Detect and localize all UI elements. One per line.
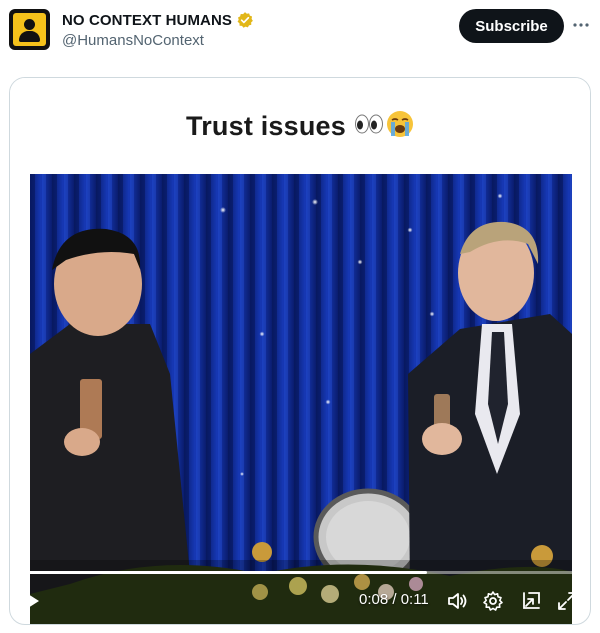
video-still-frame bbox=[30, 174, 572, 624]
fullscreen-icon[interactable] bbox=[556, 590, 578, 612]
play-icon[interactable] bbox=[22, 590, 44, 612]
verified-badge-icon[interactable] bbox=[236, 11, 254, 29]
subscribe-button[interactable]: Subscribe bbox=[459, 9, 564, 43]
person-icon bbox=[13, 13, 46, 46]
post-header: NO CONTEXT HUMANS @HumansNoContext Subsc… bbox=[0, 0, 600, 70]
more-options-icon[interactable] bbox=[570, 14, 592, 36]
video-caption: Trust issues bbox=[186, 110, 346, 141]
crying-face-emoji-icon bbox=[386, 110, 414, 143]
eyes-emoji-icon bbox=[354, 113, 384, 140]
video-progress-bar[interactable] bbox=[20, 571, 580, 574]
media-card[interactable]: Trust issues 0:08 / 0:11 bbox=[9, 77, 591, 625]
video-controls: 0:08 / 0:11 bbox=[10, 564, 590, 624]
video-time-display: 0:08 / 0:11 bbox=[359, 591, 429, 608]
handle[interactable]: @HumansNoContext bbox=[62, 32, 204, 49]
avatar[interactable] bbox=[9, 9, 50, 50]
video-progress-fill bbox=[20, 571, 428, 574]
video-caption-area: Trust issues bbox=[10, 78, 590, 174]
video-player[interactable] bbox=[30, 174, 572, 624]
picture-in-picture-icon[interactable] bbox=[520, 590, 542, 612]
volume-icon[interactable] bbox=[446, 590, 468, 612]
author-name-row: NO CONTEXT HUMANS bbox=[62, 11, 254, 29]
settings-gear-icon[interactable] bbox=[482, 590, 504, 612]
display-name[interactable]: NO CONTEXT HUMANS bbox=[62, 12, 232, 29]
